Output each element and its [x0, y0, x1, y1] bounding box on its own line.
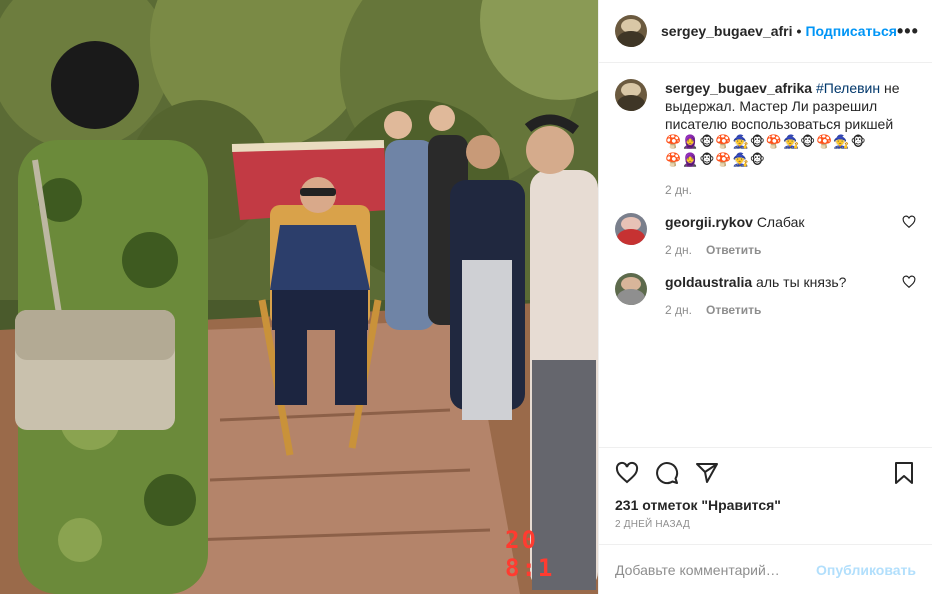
publish-button[interactable]: Опубликовать — [816, 562, 916, 578]
comment-time[interactable]: 2 дн. — [665, 303, 692, 317]
comments-list[interactable]: sergey_bugaev_afrika #Пелевин не выдержа… — [599, 63, 932, 447]
header-separator: • — [796, 23, 802, 39]
comment-time[interactable]: 2 дн. — [665, 243, 692, 257]
reply-button[interactable]: Ответить — [706, 243, 761, 257]
post-photo[interactable]: 20 8:1 — [0, 0, 598, 594]
commenter-avatar[interactable] — [615, 273, 647, 305]
heart-icon[interactable] — [615, 461, 639, 485]
author-username[interactable]: sergey_bugaev_afri — [661, 23, 793, 39]
bookmark-icon[interactable] — [892, 461, 916, 485]
caption-item: sergey_bugaev_afrika #Пелевин не выдержа… — [615, 79, 916, 197]
comment-text: аль ты князь? — [756, 274, 847, 290]
likes-count[interactable]: 231 отметок "Нравится" — [599, 497, 932, 513]
post-date[interactable]: 2 ДНЕЙ НАЗАД — [599, 513, 932, 530]
caption-emoji-line-1: 🍄🧕🐵🍄🧙🐵🍄🧙🐵🍄🧙🐵 — [665, 134, 867, 149]
comment-like-heart-icon[interactable] — [902, 215, 916, 229]
caption-username[interactable]: sergey_bugaev_afrika — [665, 80, 812, 96]
caption-emoji-line-2: 🍄🧕🐵🍄🧙🐵 — [665, 152, 766, 167]
commenter-avatar[interactable] — [615, 213, 647, 245]
photo-illustration — [0, 0, 598, 594]
follow-button[interactable]: Подписаться — [805, 23, 897, 39]
comment-username[interactable]: goldaustralia — [665, 274, 752, 290]
comment-text: Слабак — [756, 214, 805, 230]
caption-time[interactable]: 2 дн. — [665, 183, 692, 197]
author-avatar[interactable] — [615, 15, 647, 47]
comment-icon[interactable] — [655, 461, 679, 485]
post-side-panel: sergey_bugaev_afri • Подписаться ••• ser… — [598, 0, 932, 594]
post-header: sergey_bugaev_afri • Подписаться ••• — [599, 0, 932, 63]
post-actions — [599, 447, 932, 497]
photo-date-stamp: 20 8:1 — [505, 526, 555, 582]
comment-item: goldaustralia аль ты князь? 2 дн. Ответит… — [615, 273, 916, 317]
paper-plane-icon[interactable] — [695, 461, 719, 485]
caption-hashtag[interactable]: #Пелевин — [816, 80, 880, 96]
caption-avatar[interactable] — [615, 79, 647, 111]
reply-button[interactable]: Ответить — [706, 303, 761, 317]
add-comment-bar: Добавьте комментарий… Опубликовать — [599, 544, 932, 594]
more-horizontal-icon[interactable]: ••• — [897, 21, 919, 42]
comment-username[interactable]: georgii.rykov — [665, 214, 753, 230]
comment-item: georgii.rykov Слабак 2 дн. Ответить — [615, 213, 916, 257]
comment-input[interactable]: Добавьте комментарий… — [615, 562, 816, 578]
comment-like-heart-icon[interactable] — [902, 275, 916, 289]
